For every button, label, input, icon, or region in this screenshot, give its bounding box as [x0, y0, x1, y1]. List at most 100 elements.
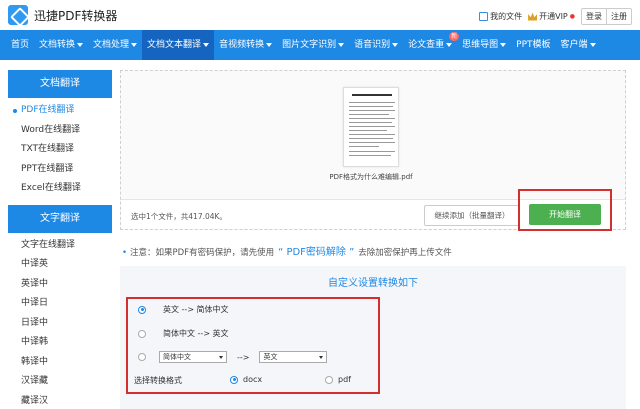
nav-speech-label: 语音识别	[354, 40, 391, 50]
nav-doc-convert-label: 文档转换	[39, 40, 76, 50]
settings-title: 自定义设置转换如下	[328, 278, 418, 289]
option-en-to-zh[interactable]: 英文 --> 简体中文	[138, 304, 229, 315]
brand-name[interactable]: 迅捷PDF转换器	[34, 7, 117, 24]
sidebar-item-ja-zh[interactable]: 日译中	[8, 314, 112, 334]
target-language-select[interactable]: 英文	[259, 351, 328, 363]
nav-plagiarism[interactable]: 论文查重新	[403, 30, 460, 60]
nav-doc-translate[interactable]: 文档文本翻译	[142, 30, 215, 60]
thumbnail-text-line	[349, 126, 395, 127]
nav-av-convert-label: 音视频转换	[219, 40, 265, 50]
sidebar-item-excel[interactable]: Excel在线翻译	[8, 179, 112, 199]
nav-av-convert[interactable]: 音视频转换	[214, 30, 277, 60]
nav-ppt-label: PPT模板	[516, 40, 551, 50]
file-icon	[479, 12, 489, 21]
add-more-button[interactable]: 继续添加（批量翻译）	[424, 205, 520, 226]
thumbnail-text-line	[349, 122, 392, 123]
thumbnail-text-line	[349, 130, 387, 131]
pdf-unlock-link[interactable]: “ PDF密码解除 ”	[278, 247, 354, 258]
highlight-box-start	[518, 189, 612, 231]
crown-icon	[528, 12, 538, 21]
radio-docx[interactable]	[230, 375, 238, 384]
chevron-down-icon	[203, 42, 210, 47]
register-button[interactable]: 注册	[606, 9, 631, 24]
nav-ocr-label: 图片文字识别	[282, 40, 337, 50]
sidebar-item-zh-ko[interactable]: 中译韩	[8, 333, 112, 353]
login-button[interactable]: 登录	[582, 9, 606, 24]
chevron-down-icon	[338, 42, 345, 47]
thumbnail-title-line	[352, 94, 392, 96]
sidebar-item-text-online[interactable]: 文字在线翻译	[8, 236, 112, 256]
file-info: 选中1个文件，共417.04K。	[131, 212, 227, 221]
main-nav: 首页 文档转换 文档处理 文档文本翻译 音视频转换 图片文字识别 语音识别 论文…	[0, 30, 640, 60]
format-pdf-option[interactable]: pdf	[325, 375, 351, 384]
nav-ppt[interactable]: PPT模板	[511, 30, 555, 60]
thumbnail-text-line	[349, 134, 395, 135]
logo-icon[interactable]	[8, 5, 28, 25]
sidebar: 文档翻译 PDF在线翻译 Word在线翻译 TXT在线翻译 PPT在线翻译 Ex…	[8, 70, 112, 409]
nav-home-label: 首页	[11, 40, 30, 50]
radio-custom-lang[interactable]	[138, 353, 146, 361]
nav-doc-translate-label: 文档文本翻译	[147, 40, 202, 50]
thumbnail-text-line	[349, 155, 391, 156]
nav-client-label: 客户端	[560, 40, 588, 50]
language-arrow: -->	[237, 352, 250, 362]
nav-speech[interactable]: 语音识别	[349, 30, 403, 60]
chevron-down-icon	[589, 42, 596, 47]
thumbnail-text-line	[349, 142, 395, 143]
top-header: 迅捷PDF转换器 我的文件 开通VIP ● 登录 注册	[0, 0, 640, 30]
radio-pdf[interactable]	[325, 375, 333, 384]
sidebar-item-word[interactable]: Word在线翻译	[8, 121, 112, 141]
thumbnail-text-line	[349, 138, 393, 139]
format-pdf-label: pdf	[338, 375, 351, 384]
vip-badge-icon: ●	[569, 13, 575, 20]
sidebar-item-txt[interactable]: TXT在线翻译	[8, 140, 112, 160]
sidebar-item-ppt[interactable]: PPT在线翻译	[8, 160, 112, 180]
format-label: 选择转换格式	[134, 376, 182, 385]
nav-ocr[interactable]: 图片文字识别	[277, 30, 349, 60]
thumbnail-text-line	[349, 146, 379, 147]
vip-link[interactable]: 开通VIP ●	[528, 11, 575, 22]
sidebar-item-pdf[interactable]: PDF在线翻译	[8, 101, 112, 121]
chevron-down-icon	[392, 42, 399, 47]
thumbnail-text-line	[349, 151, 395, 152]
thumbnail-text-line	[349, 102, 395, 103]
sidebar-item-zh-bo[interactable]: 汉译藏	[8, 372, 112, 392]
radio-en-to-zh[interactable]	[138, 305, 146, 314]
nav-mindmap-label: 思维导图	[462, 40, 499, 50]
chevron-down-icon	[266, 42, 273, 47]
nav-doc-process-label: 文档处理	[93, 40, 130, 50]
sidebar-item-zh-en[interactable]: 中译英	[8, 255, 112, 275]
format-docx-option[interactable]: docx	[230, 375, 262, 384]
option-en-to-zh-label: 英文 --> 简体中文	[163, 305, 229, 314]
sidebar-item-bo-zh[interactable]: 藏译汉	[8, 392, 112, 409]
file-name: PDF格式为什么难编辑.pdf	[329, 173, 413, 181]
nav-mindmap[interactable]: 思维导图	[457, 30, 511, 60]
my-files-label: 我的文件	[490, 12, 523, 21]
my-files-link[interactable]: 我的文件	[479, 11, 522, 22]
text-translate-heading: 文字翻译	[8, 204, 112, 233]
nav-client[interactable]: 客户端	[556, 30, 601, 60]
nav-doc-process[interactable]: 文档处理	[88, 30, 142, 60]
vip-label: 开通VIP	[539, 12, 568, 21]
nav-home[interactable]: 首页	[6, 30, 34, 60]
radio-zh-to-en[interactable]	[138, 329, 146, 338]
chevron-down-icon	[77, 42, 84, 47]
sidebar-item-ko-zh[interactable]: 韩译中	[8, 353, 112, 373]
source-language-value: 简体中文	[163, 353, 191, 361]
option-zh-to-en[interactable]: 简体中文 --> 英文	[138, 328, 229, 339]
target-language-value: 英文	[263, 353, 278, 361]
chevron-down-icon	[446, 42, 453, 47]
note-prefix: 注意：如果PDF有密码保护，请先使用	[130, 248, 275, 258]
sidebar-item-zh-ja[interactable]: 中译日	[8, 294, 112, 314]
thumbnail-text-line	[349, 118, 395, 119]
nav-doc-convert[interactable]: 文档转换	[34, 30, 88, 60]
password-note: • 注意：如果PDF有密码保护，请先使用 “ PDF密码解除 ” 去除加密保护再上传文…	[122, 243, 452, 258]
option-custom-lang[interactable]: 简体中文 --> 英文	[138, 351, 328, 363]
bullet-icon: •	[122, 248, 128, 258]
source-language-select[interactable]: 简体中文	[159, 351, 227, 363]
note-suffix: 去除加密保护再上传文件	[358, 248, 452, 258]
format-docx-label: docx	[243, 375, 263, 384]
pdf-thumbnail[interactable]	[343, 87, 399, 167]
thumbnail-text-line	[349, 114, 389, 115]
nav-plagiarism-label: 论文查重	[408, 40, 445, 50]
